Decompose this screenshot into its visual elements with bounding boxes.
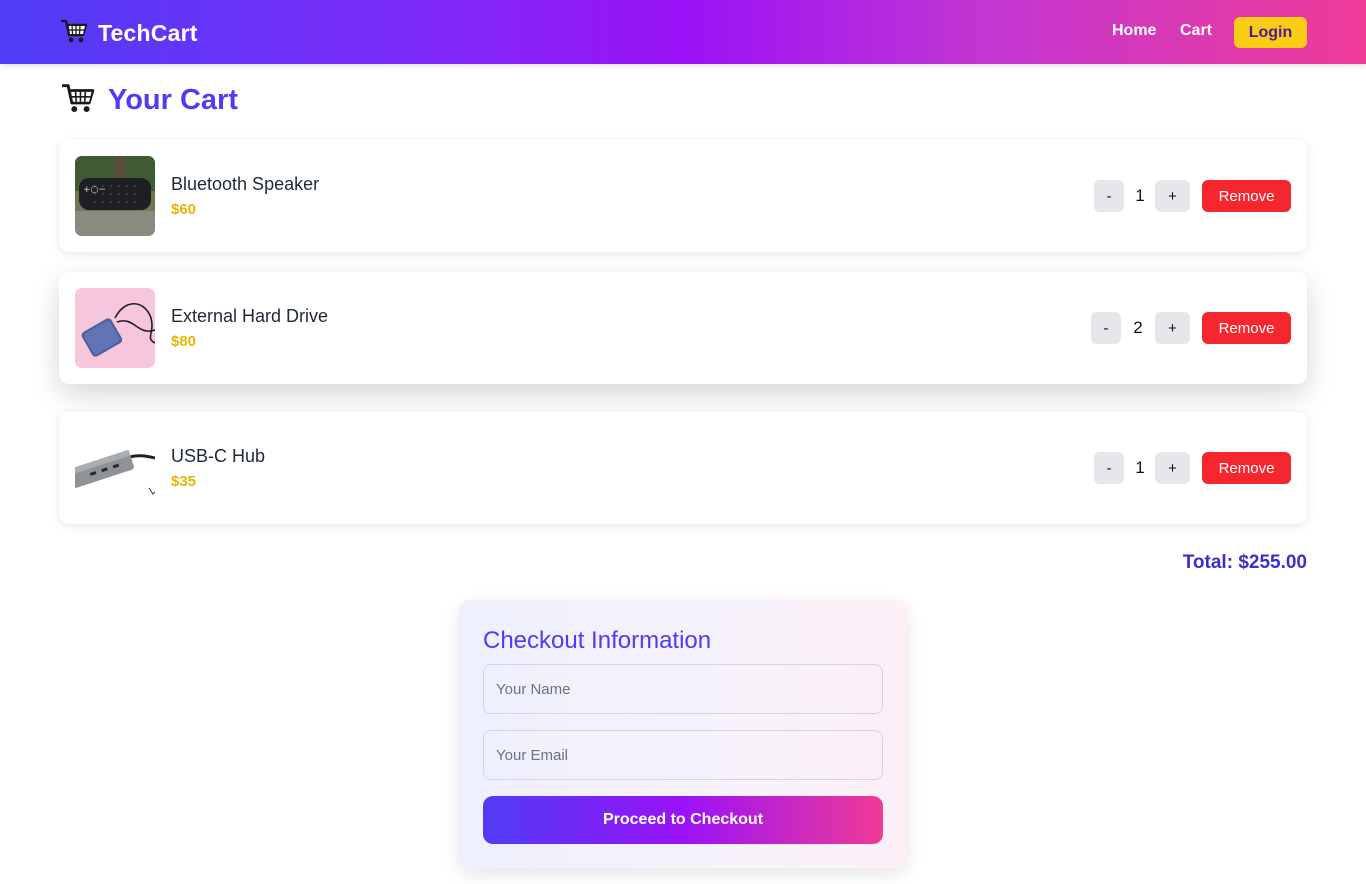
quantity-value: 1 [1135, 186, 1145, 205]
page-title: Your Cart [60, 82, 238, 118]
cart-item: +○− Bluetooth Speaker $60 - 1 + Remove [59, 140, 1307, 252]
svg-text:+○−: +○− [83, 185, 106, 195]
product-name: External Hard Drive [171, 306, 329, 326]
decrement-button[interactable]: - [1094, 180, 1124, 212]
top-navbar: TechCart Home Cart Login [0, 0, 1366, 64]
increment-button[interactable]: + [1155, 180, 1190, 212]
product-price: $80 [171, 333, 197, 350]
brand-name[interactable]: TechCart [98, 20, 198, 47]
product-image [75, 288, 155, 368]
quantity-value: 1 [1135, 458, 1145, 477]
cart-icon [60, 18, 88, 49]
email-input[interactable] [483, 730, 883, 780]
quantity-value: 2 [1133, 318, 1143, 337]
decrement-button[interactable]: - [1091, 312, 1121, 344]
checkout-form: Checkout Information Proceed to Checkout [459, 600, 907, 868]
nav-link-home[interactable]: Home [1112, 22, 1156, 40]
product-name: Bluetooth Speaker [171, 174, 320, 194]
nav-link-cart[interactable]: Cart [1180, 22, 1212, 40]
cart-item: USB-C Hub $35 - 1 + Remove [59, 412, 1307, 524]
product-image: +○− [75, 156, 155, 236]
product-price: $60 [171, 201, 197, 218]
remove-button[interactable]: Remove [1202, 452, 1291, 484]
product-image [75, 428, 155, 508]
increment-button[interactable]: + [1155, 312, 1190, 344]
product-name: USB-C Hub [171, 446, 266, 466]
page-title-text: Your Cart [108, 83, 238, 116]
checkout-title: Checkout Information [483, 627, 712, 654]
brand[interactable]: TechCart [60, 18, 198, 48]
cart-total: Total: $255.00 [1182, 552, 1307, 573]
product-price: $35 [171, 473, 197, 490]
name-input[interactable] [483, 664, 883, 714]
remove-button[interactable]: Remove [1202, 312, 1291, 344]
proceed-to-checkout-button[interactable]: Proceed to Checkout [483, 796, 883, 844]
cart-icon [60, 82, 96, 119]
decrement-button[interactable]: - [1094, 452, 1124, 484]
remove-button[interactable]: Remove [1202, 180, 1291, 212]
login-button[interactable]: Login [1234, 17, 1307, 48]
increment-button[interactable]: + [1155, 452, 1190, 484]
cart-item: External Hard Drive $80 - 2 + Remove [59, 272, 1307, 384]
